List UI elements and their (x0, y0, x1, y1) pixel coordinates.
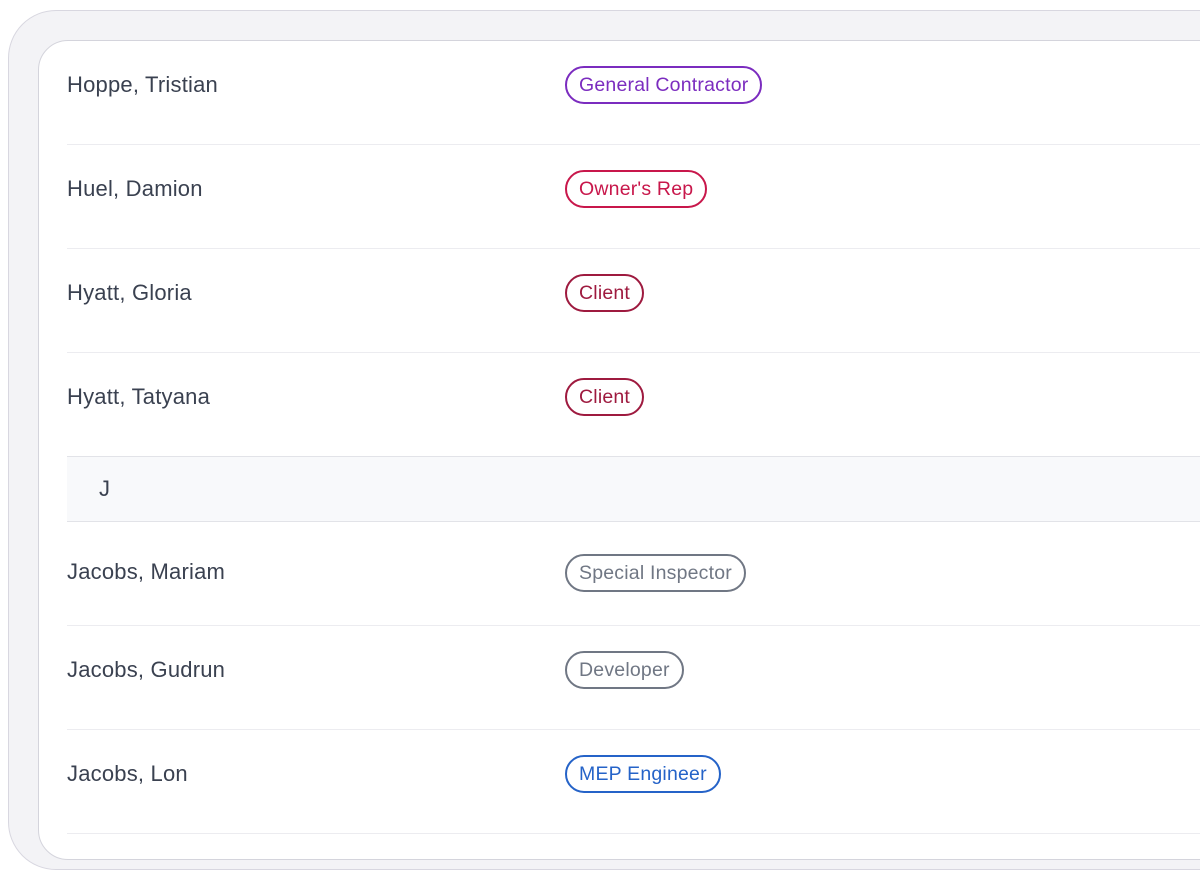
role-badge: General Contractor (565, 66, 763, 104)
contact-name: Jacobs, Gudrun (67, 657, 226, 682)
section-letter: J (99, 476, 110, 501)
role-badge: Client (565, 378, 645, 416)
list-item[interactable]: Jacobs, Lon MEP Engineer (67, 730, 1200, 834)
contact-name: Hoppe, Tristian (67, 72, 218, 97)
contact-name: Hyatt, Tatyana (67, 384, 211, 409)
role-badge: MEP Engineer (565, 755, 721, 793)
role-badge: Owner's Rep (565, 170, 708, 208)
section-header-j: J (67, 456, 1200, 522)
contact-name: Hyatt, Gloria (67, 280, 192, 305)
list-item[interactable]: Huel, Damion Owner's Rep (67, 145, 1200, 249)
list-item[interactable]: Jacobs, Gudrun Developer (67, 626, 1200, 730)
contact-name: Jacobs, Lon (67, 761, 188, 786)
contact-list: Hoppe, Tristian General Contractor Huel,… (67, 41, 1200, 834)
role-badge: Special Inspector (565, 554, 746, 592)
list-item[interactable]: Hoppe, Tristian General Contractor (67, 41, 1200, 145)
list-item[interactable]: Jacobs, Mariam Special Inspector (67, 522, 1200, 626)
role-badge: Client (565, 274, 645, 312)
contact-list-panel: Hoppe, Tristian General Contractor Huel,… (38, 40, 1200, 860)
contact-name: Jacobs, Mariam (67, 559, 226, 584)
contact-name: Huel, Damion (67, 176, 203, 201)
list-item[interactable]: Hyatt, Gloria Client (67, 249, 1200, 353)
role-badge: Developer (565, 651, 684, 689)
list-item[interactable]: Hyatt, Tatyana Client (67, 353, 1200, 457)
